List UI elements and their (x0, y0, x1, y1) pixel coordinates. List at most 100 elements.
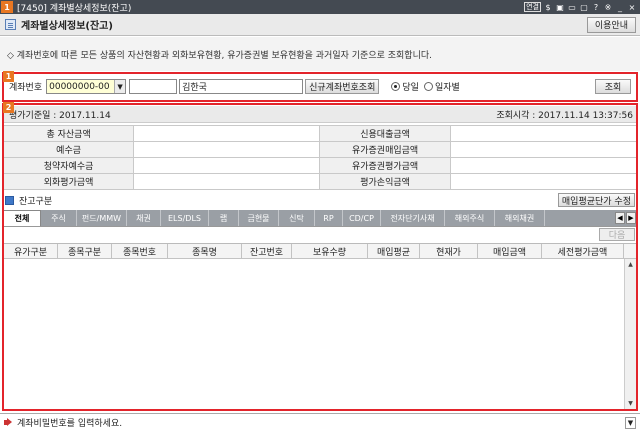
column-header[interactable]: 유가구분 (4, 244, 58, 258)
section-marker-results: 2 (3, 102, 14, 113)
summary-label: 유가증권평가금액 (319, 157, 451, 174)
account-name-field: 김한국 (179, 79, 304, 94)
column-header[interactable]: 종목번호 (112, 244, 168, 258)
help-icon[interactable]: ? (591, 2, 601, 12)
tab-els-dls[interactable]: ELS/DLS (161, 210, 209, 226)
summary-label: 신용대출금액 (319, 125, 451, 142)
document-icon (5, 19, 16, 30)
section-marker-search: 1 (3, 71, 14, 82)
next-button[interactable]: 다음 (599, 228, 635, 241)
tab-foreign-bond[interactable]: 해외채권 (495, 210, 545, 226)
modify-average-price-button[interactable]: 매입평균단가 수정 (557, 193, 635, 207)
tab-stock[interactable]: 주식 (41, 210, 77, 226)
link-icon[interactable]: 연결 (524, 2, 541, 12)
status-bar: 계좌비밀번호를 입력하세요. ▼ (0, 413, 640, 431)
radio-by-date[interactable]: 일자별 (423, 80, 460, 93)
summary-value (133, 125, 321, 142)
holdings-grid: 유가구분 종목구분 종목번호 종목명 잔고번호 보유수량 매입평균 현재가 매입… (3, 243, 637, 410)
account-value: 00000000-00 (49, 81, 110, 92)
tab-bond[interactable]: 채권 (127, 210, 161, 226)
scroll-down-icon[interactable]: ▼ (625, 398, 636, 409)
query-time: 조회시각 : 2017.11.14 13:37:56 (496, 110, 633, 121)
speaker-icon (4, 418, 13, 427)
account-select[interactable]: 00000000-00 ▼ (46, 79, 127, 94)
tab-rp[interactable]: RP (315, 210, 343, 226)
column-header[interactable]: 현재가 (420, 244, 478, 258)
query-button[interactable]: 조회 (595, 79, 631, 94)
radio-dot-icon (423, 82, 433, 91)
monitor-icon[interactable]: ▭ (567, 2, 577, 12)
column-header[interactable]: 종목명 (168, 244, 242, 258)
guide-button[interactable]: 이용안내 (586, 16, 636, 33)
balance-section-title: 잔고구분 (19, 196, 53, 207)
page-title: 계좌별상세정보(잔고) (21, 21, 113, 32)
table-row: 예수금 유가증권매입금액 (2, 141, 638, 158)
grid-header: 유가구분 종목구분 종목번호 종목명 잔고번호 보유수량 매입평균 현재가 매입… (4, 244, 636, 259)
grid-toolbar: 다음 (3, 226, 637, 242)
summary-value (449, 141, 638, 158)
tab-cd-cp[interactable]: CD/CP (343, 210, 381, 226)
password-input[interactable] (129, 79, 178, 94)
column-header[interactable]: 세전평가금액 (542, 244, 624, 258)
product-tabs: 전체 주식 펀드/MMW 채권 ELS/DLS 랩 금현물 신탁 RP CD/C… (3, 210, 637, 226)
tab-trust[interactable]: 신탁 (279, 210, 315, 226)
summary-label: 청약자예수금 (2, 157, 135, 174)
section-square-icon (5, 195, 14, 205)
grid-vertical-scrollbar[interactable]: ▲ ▼ (624, 259, 636, 409)
radio-dot-selected-icon (391, 82, 401, 91)
currency-icon[interactable]: $ (543, 2, 553, 12)
summary-label: 총 자산금액 (2, 125, 135, 142)
summary-value (449, 125, 638, 142)
radio-today-label: 당일 (402, 83, 419, 93)
new-account-lookup-button[interactable]: 신규계좌번호조회 (305, 79, 380, 94)
column-header[interactable]: 매입평균 (368, 244, 420, 258)
table-row: 외화평가금액 평가손익금액 (2, 173, 638, 190)
column-header[interactable]: 종목구분 (58, 244, 112, 258)
base-date: 평가기준일 : 2017.11.14 (9, 110, 111, 121)
chevron-right-icon[interactable]: ▶ (626, 212, 636, 224)
summary-label: 예수금 (2, 141, 135, 158)
status-message: 계좌비밀번호를 입력하세요. (17, 419, 123, 429)
summary-label: 유가증권매입금액 (319, 141, 451, 158)
tab-fund-mmw[interactable]: 펀드/MMW (77, 210, 127, 226)
summary-value (449, 173, 638, 190)
settings-icon[interactable]: ※ (603, 2, 613, 12)
window-titlebar: 1 [7450] 계좌별상세정보(잔고) 연결 $ ▣ ▭ ▢ ? ※ _ × (0, 0, 640, 14)
minimize-icon[interactable]: _ (615, 2, 625, 12)
tab-gold[interactable]: 금현물 (239, 210, 279, 226)
tab-foreign-stock[interactable]: 해외주식 (445, 210, 495, 226)
column-header[interactable]: 잔고번호 (242, 244, 292, 258)
tab-wrap[interactable]: 랩 (209, 210, 239, 226)
column-header[interactable]: 보유수량 (292, 244, 368, 258)
summary-label: 평가손익금액 (319, 173, 451, 190)
tab-scroll-arrows: ◀ ▶ (615, 210, 636, 226)
summary-value (449, 157, 638, 174)
chevron-down-icon[interactable]: ▼ (625, 416, 636, 429)
radio-by-date-label: 일자별 (434, 83, 460, 93)
page-description: ◇ 계좌번호에 따른 모든 상품의 자산현황과 외화보유현황, 유가증권별 보유… (0, 37, 640, 71)
scroll-up-icon[interactable]: ▲ (625, 259, 636, 270)
search-bar: 계좌번호 00000000-00 ▼ 김한국 신규계좌번호조회 당일 일자별 조… (3, 73, 637, 100)
chevron-down-icon[interactable]: ▼ (114, 80, 126, 93)
summary-value (133, 157, 321, 174)
column-header[interactable]: 매입금액 (478, 244, 542, 258)
tab-short-term-bond[interactable]: 전자단기사채 (381, 210, 445, 226)
window-controls: 연결 $ ▣ ▭ ▢ ? ※ _ × (524, 2, 637, 12)
summary-value (133, 173, 321, 190)
chevron-left-icon[interactable]: ◀ (615, 212, 625, 224)
radio-today[interactable]: 당일 (391, 80, 419, 93)
summary-label: 외화평가금액 (2, 173, 135, 190)
window-number-badge: 1 (1, 1, 13, 13)
screen-header: 계좌별상세정보(잔고) 이용안내 (0, 14, 640, 36)
table-row: 청약자예수금 유가증권평가금액 (2, 157, 638, 174)
copy-window-icon[interactable]: ▢ (579, 2, 589, 12)
date-info-bar: 평가기준일 : 2017.11.14 조회시각 : 2017.11.14 13:… (3, 106, 637, 123)
balance-section-header: 잔고구분 매입평균단가 수정 (3, 192, 637, 208)
close-icon[interactable]: × (627, 2, 637, 12)
window-title: [7450] 계좌별상세정보(잔고) (17, 3, 132, 14)
screen-icon[interactable]: ▣ (555, 2, 565, 12)
summary-value (133, 141, 321, 158)
table-row: 총 자산금액 신용대출금액 (2, 125, 638, 142)
tab-all[interactable]: 전체 (3, 210, 41, 226)
asset-summary-table: 총 자산금액 신용대출금액 예수금 유가증권매입금액 청약자예수금 유가증권평가… (2, 125, 638, 190)
